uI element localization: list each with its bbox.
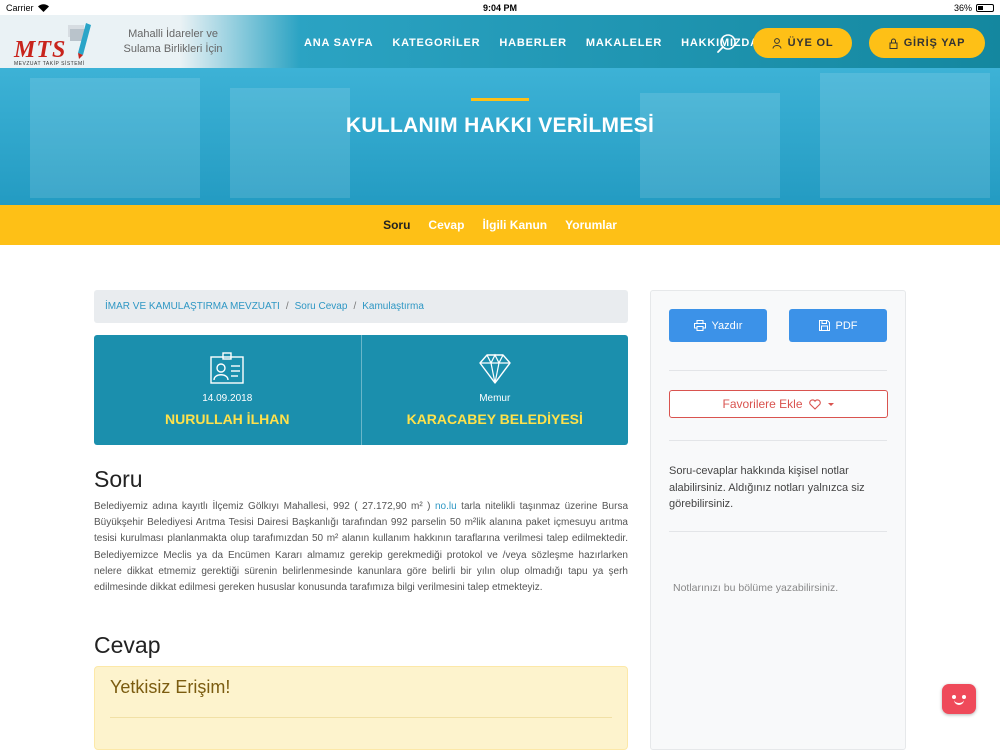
notes-textarea[interactable]: Notlarınızı bu bölüme yazabilirsiniz.	[673, 582, 883, 594]
login-button[interactable]: GİRİŞ YAP	[869, 28, 985, 58]
author-cell: 14.09.2018 NURULLAH İLHAN	[94, 335, 361, 445]
question-text-rest: tarla nitelikli taşınmaz üzerine Bursa B…	[94, 501, 629, 594]
print-label: Yazdır	[711, 319, 743, 332]
nav-articles[interactable]: MAKALELER	[586, 37, 662, 49]
nav-categories[interactable]: KATEGORİLER	[392, 37, 480, 49]
print-button[interactable]: Yazdır	[669, 309, 767, 342]
chatbot-eye	[952, 695, 956, 699]
hero-bg-shelf	[30, 78, 200, 198]
page-hero: KULLANIM HAKKI VERİLMESİ	[0, 68, 1000, 205]
search-icon[interactable]	[716, 33, 738, 55]
hero-bg-shelf	[640, 93, 780, 198]
sidebar: Yazdır PDF Favorilere Ekle Soru-cevaplar…	[650, 290, 906, 750]
carrier-label: Carrier	[6, 2, 34, 13]
sidebar-divider	[669, 370, 887, 371]
favorites-label: Favorilere Ekle	[722, 397, 803, 411]
caret-down-icon	[827, 402, 834, 406]
login-label: GİRİŞ YAP	[903, 37, 966, 49]
register-label: ÜYE OL	[787, 37, 834, 49]
diamond-icon	[479, 353, 511, 384]
logo-text: MTS	[14, 37, 67, 63]
heart-icon	[808, 398, 821, 410]
user-icon	[772, 37, 782, 49]
alert-divider	[110, 717, 612, 718]
question-text: Belediyemiz adına kayıtlı İlçemiz Gölkıy…	[94, 499, 628, 596]
printer-icon	[693, 320, 706, 331]
tab-related-law[interactable]: İlgili Kanun	[482, 218, 547, 232]
sidebar-divider	[669, 531, 887, 532]
chatbot-eye	[962, 695, 966, 699]
tab-question[interactable]: Soru	[383, 218, 410, 232]
tab-answer[interactable]: Cevap	[428, 218, 464, 232]
status-bar: Carrier 9:04 PM 36%	[0, 0, 1000, 15]
lock-icon	[889, 38, 898, 49]
parcel-link[interactable]: no.lu	[435, 501, 457, 512]
main-nav: ANA SAYFA KATEGORİLER HABERLER MAKALELER…	[304, 37, 778, 49]
wifi-icon	[37, 3, 49, 12]
question-heading: Soru	[94, 466, 143, 492]
battery-icon	[976, 3, 994, 12]
breadcrumb-item[interactable]: Kamulaştırma	[362, 301, 424, 312]
nav-news[interactable]: HABERLER	[499, 37, 567, 49]
unauthorized-alert: Yetkisiz Erişim!	[94, 666, 628, 750]
institution-cell: Memur KARACABEY BELEDİYESİ	[360, 335, 629, 445]
pen-logo-icon	[68, 23, 91, 59]
logo-subtext: MEVZUAT TAKİP SİSTEMİ	[14, 61, 85, 67]
breadcrumb: İMAR VE KAMULAŞTIRMA MEVZUATI / Soru Cev…	[94, 290, 628, 323]
hero-accent-line	[471, 98, 529, 101]
save-icon	[818, 320, 830, 331]
question-date: 14.09.2018	[202, 393, 253, 404]
answer-heading: Cevap	[94, 632, 161, 658]
pdf-button[interactable]: PDF	[789, 309, 887, 342]
breadcrumb-item[interactable]: İMAR VE KAMULAŞTIRMA MEVZUATI	[105, 301, 280, 312]
author-name: NURULLAH İLHAN	[165, 411, 290, 427]
author-role: Memur	[479, 393, 511, 404]
register-button[interactable]: ÜYE OL	[753, 28, 852, 58]
add-to-favorites-dropdown[interactable]: Favorilere Ekle	[669, 390, 888, 418]
institution-name: KARACABEY BELEDİYESİ	[406, 411, 583, 427]
sidebar-divider	[669, 440, 887, 441]
question-info-box: 14.09.2018 NURULLAH İLHAN Memur KARACABE…	[94, 335, 628, 445]
site-header: MTS MEVZUAT TAKİP SİSTEMİ Mahalli İdarel…	[0, 15, 1000, 68]
nav-home[interactable]: ANA SAYFA	[304, 37, 373, 49]
pdf-label: PDF	[835, 319, 858, 332]
section-tabs: Soru Cevap İlgili Kanun Yorumlar	[0, 205, 1000, 245]
breadcrumb-item[interactable]: Soru Cevap	[295, 301, 348, 312]
question-text-start: Belediyemiz adına kayıtlı İlçemiz Gölkıy…	[94, 501, 435, 512]
chatbot-mouth	[954, 700, 964, 705]
battery-percent: 36%	[953, 2, 972, 13]
hero-bg-shelf	[230, 88, 350, 198]
chatbot-button[interactable]	[942, 684, 976, 714]
alert-title: Yetkisiz Erişim!	[110, 677, 231, 697]
site-logo[interactable]: MTS MEVZUAT TAKİP SİSTEMİ	[10, 17, 100, 67]
site-tagline: Mahalli İdareler ve Sulama Birlikleri İç…	[123, 28, 223, 55]
tab-comments[interactable]: Yorumlar	[565, 218, 617, 232]
breadcrumb-separator: /	[353, 301, 357, 312]
breadcrumb-separator: /	[285, 301, 289, 312]
page-title: KULLANIM HAKKI VERİLMESİ	[345, 114, 655, 137]
notes-info-text: Soru-cevaplar hakkında kişisel notlar al…	[669, 465, 865, 510]
id-card-icon	[210, 352, 244, 384]
status-time: 9:04 PM	[482, 2, 517, 13]
